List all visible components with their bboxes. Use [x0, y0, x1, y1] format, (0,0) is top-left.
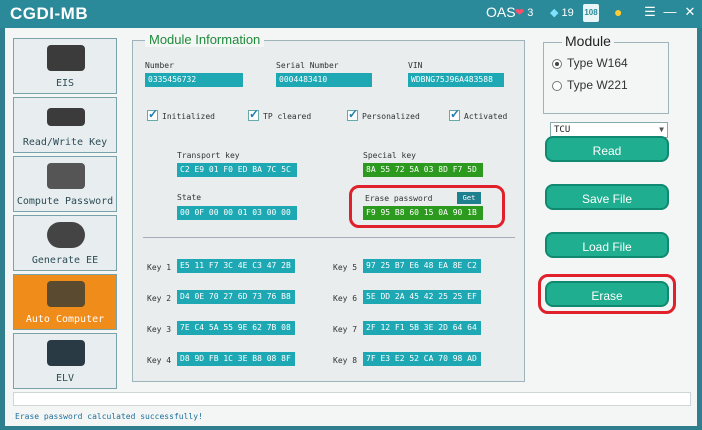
key5-field[interactable]: 97 25 B7 E6 48 EA 8E C2 — [363, 259, 481, 273]
sidebar-item-elv[interactable]: ELV — [13, 333, 117, 389]
state-field[interactable]: 00 0F 00 00 01 03 00 00 — [177, 206, 297, 220]
sidebar-item-generate-ee[interactable]: Generate EE — [13, 215, 117, 271]
key1-label: Key 1 — [147, 263, 172, 272]
key4-field[interactable]: D8 9D FB 1C 3E B8 08 8F — [177, 352, 295, 366]
personalized-label: Personalized — [362, 112, 420, 121]
special-key-label: Special key — [363, 151, 416, 160]
serial-number-field[interactable]: 0004483410 — [276, 73, 372, 87]
save-file-button[interactable]: Save File — [545, 184, 669, 210]
minimize-icon[interactable]: — — [662, 4, 678, 19]
calendar-icon[interactable]: 108 — [583, 4, 599, 22]
eis-icon — [47, 45, 85, 71]
sidebar-item-label: Auto Computer — [25, 314, 105, 325]
divider — [143, 237, 515, 238]
computer-icon — [47, 281, 85, 307]
key1-field[interactable]: E5 11 F7 3C 4E C3 47 2B — [177, 259, 295, 273]
sidebar-item-label: Generate EE — [31, 255, 99, 266]
initialized-label: Initialized — [162, 112, 215, 121]
title-bar: CGDI-MB OAS ❤ 3 ◆ 19 108 ● ☰ — ✕ — [0, 0, 702, 28]
module-group: Module Type W164 Type W221 — [543, 33, 669, 114]
sidebar-item-read-write-key[interactable]: Read/Write Key — [13, 97, 117, 153]
key8-field[interactable]: 7F E3 E2 52 CA 70 98 AD — [363, 352, 481, 366]
key8-label: Key 8 — [333, 356, 358, 365]
menu-icon[interactable]: ☰ — [642, 4, 658, 20]
gem-count: 19 — [561, 7, 574, 19]
tp-cleared-label: TP cleared — [263, 112, 312, 121]
state-label: State — [177, 193, 202, 202]
type-w164-label: Type W164 — [567, 56, 628, 70]
sidebar-item-eis[interactable]: EIS — [13, 38, 117, 94]
chip-icon — [47, 222, 85, 248]
sidebar: EIS Read/Write Key Compute Password Gene… — [13, 38, 117, 392]
module-title: Module — [562, 33, 614, 49]
key7-field[interactable]: 2F 12 F1 5B 3E 2D 64 64 — [363, 321, 481, 335]
gem-icon: ◆ 19 — [550, 7, 574, 19]
type-w221-radio[interactable] — [552, 81, 562, 91]
key6-label: Key 6 — [333, 294, 358, 303]
erase-button-highlight — [538, 274, 676, 314]
tp-cleared-checkbox[interactable] — [248, 107, 259, 121]
sidebar-item-label: Compute Password — [16, 196, 114, 207]
key2-label: Key 2 — [147, 294, 172, 303]
chevron-down-icon: ▼ — [659, 125, 664, 134]
heart-count: 3 — [527, 7, 534, 19]
activated-checkbox[interactable] — [449, 107, 460, 121]
transport-key-field[interactable]: C2 E9 01 F0 ED BA 7C 5C — [177, 163, 297, 177]
progress-bar — [13, 392, 691, 406]
key4-label: Key 4 — [147, 356, 172, 365]
medal-icon[interactable]: ● — [614, 4, 622, 20]
vin-label: VIN — [408, 61, 423, 70]
initialized-checkbox[interactable] — [147, 107, 158, 121]
key2-field[interactable]: D4 0E 70 27 6D 73 76 B8 — [177, 290, 295, 304]
transport-key-label: Transport key — [177, 151, 240, 160]
erase-password-highlight — [349, 185, 505, 228]
key3-label: Key 3 — [147, 325, 172, 334]
key6-field[interactable]: 5E DD 2A 45 42 25 25 EF — [363, 290, 481, 304]
type-w221-label: Type W221 — [567, 78, 628, 92]
client-area: EIS Read/Write Key Compute Password Gene… — [5, 28, 697, 426]
oas-label: OAS — [486, 4, 516, 20]
sidebar-item-label: Read/Write Key — [22, 137, 108, 148]
key7-label: Key 7 — [333, 325, 358, 334]
sidebar-item-auto-computer[interactable]: Auto Computer — [13, 274, 117, 330]
elv-icon — [47, 340, 85, 366]
heart-icon: ❤ 3 — [515, 7, 534, 19]
read-button[interactable]: Read — [545, 136, 669, 162]
device-icon — [47, 163, 85, 189]
status-message: Erase password calculated successfully! — [15, 412, 203, 421]
key-icon — [47, 108, 85, 126]
panel-title: Module Information — [145, 32, 265, 47]
key3-field[interactable]: 7E C4 5A 55 9E 62 7B 08 — [177, 321, 295, 335]
type-w164-radio[interactable] — [552, 59, 562, 69]
sidebar-item-compute-password[interactable]: Compute Password — [13, 156, 117, 212]
vin-field[interactable]: WDBNG75J96A483588 — [408, 73, 504, 87]
number-field[interactable]: 0335456732 — [145, 73, 243, 87]
module-select-value: TCU — [554, 125, 571, 135]
load-file-button[interactable]: Load File — [545, 232, 669, 258]
personalized-checkbox[interactable] — [347, 107, 358, 121]
module-information-panel: Module Information Number 0335456732 Ser… — [132, 32, 525, 382]
serial-number-label: Serial Number — [276, 61, 339, 70]
number-label: Number — [145, 61, 174, 70]
app-title: CGDI-MB — [10, 4, 89, 23]
activated-label: Activated — [464, 112, 508, 121]
sidebar-item-label: ELV — [55, 373, 75, 384]
close-icon[interactable]: ✕ — [682, 4, 698, 20]
app-window: CGDI-MB OAS ❤ 3 ◆ 19 108 ● ☰ — ✕ EIS Rea… — [0, 0, 702, 430]
sidebar-item-label: EIS — [55, 78, 75, 89]
key5-label: Key 5 — [333, 263, 358, 272]
special-key-field[interactable]: 8A 55 72 5A 03 8D F7 5D — [363, 163, 483, 177]
